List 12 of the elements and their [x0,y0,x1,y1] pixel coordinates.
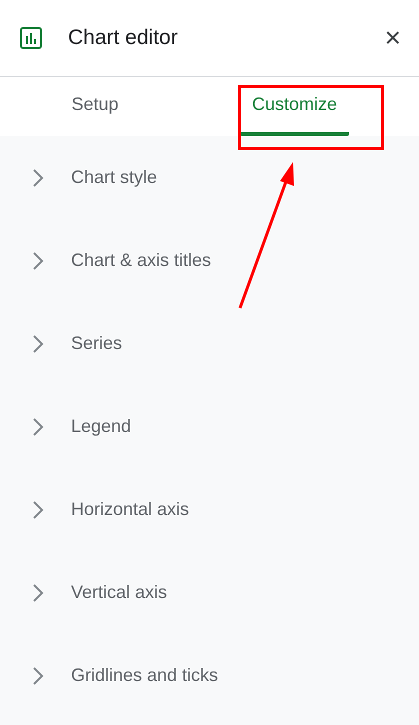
section-title[interactable]: Chart & axis titles [71,250,212,271]
close-button[interactable]: × [380,22,405,54]
tab[interactable]: Setup [59,77,131,136]
section-title[interactable]: Vertical axis [71,582,168,603]
window-title: Chart editor [68,26,179,50]
section-title[interactable]: Series [71,333,122,354]
section-title[interactable]: Horizontal axis [71,499,190,520]
chart-icon [20,27,42,49]
section-title[interactable]: Legend [71,416,132,437]
section-title[interactable]: Gridlines and ticks [71,665,218,686]
section-title[interactable]: Chart style [71,167,158,188]
tab[interactable]: Customize [240,77,350,136]
